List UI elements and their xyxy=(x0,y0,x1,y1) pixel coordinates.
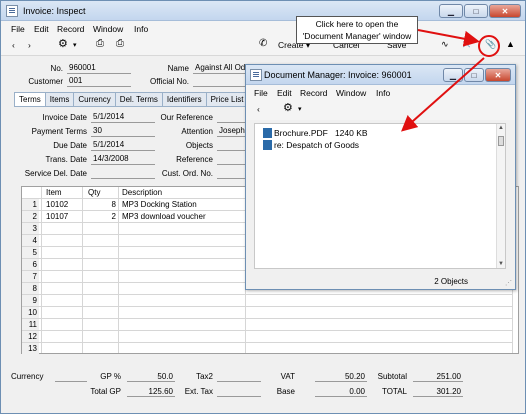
annotation-arrows xyxy=(401,29,485,132)
